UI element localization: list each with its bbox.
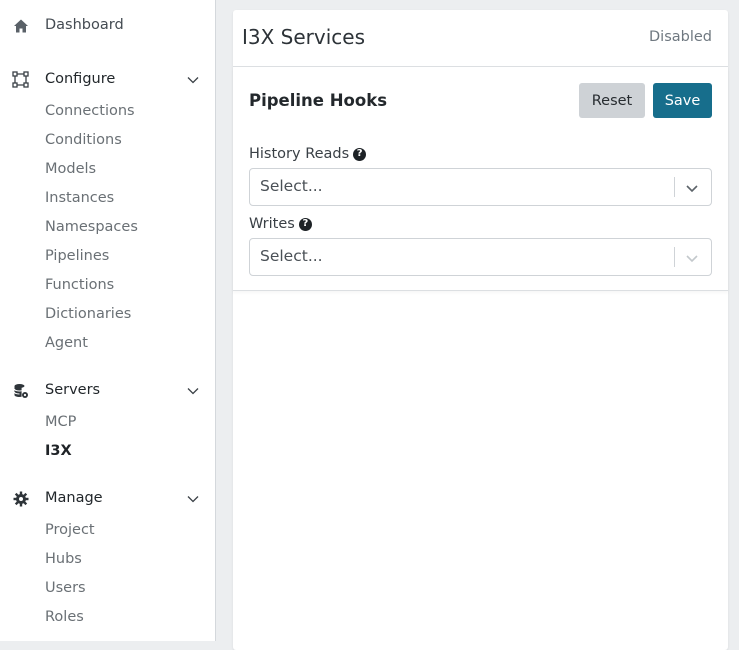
chevron-down-icon[interactable] — [186, 384, 200, 398]
sidebar: Dashboard Configure Connections Conditio… — [0, 0, 216, 641]
sidebar-item-project[interactable]: Project — [45, 522, 95, 538]
history-reads-select[interactable]: Select... — [249, 168, 712, 206]
sidebar-item-i3x[interactable]: I3X — [45, 443, 72, 459]
database-gear-icon — [12, 382, 29, 399]
reset-button[interactable]: Reset — [579, 83, 645, 118]
nav-dashboard[interactable]: Dashboard — [0, 11, 216, 39]
sidebar-item-models[interactable]: Models — [45, 161, 96, 177]
sidebar-item-functions[interactable]: Functions — [45, 277, 114, 293]
nav-manage-label: Manage — [45, 490, 103, 506]
nav-configure[interactable]: Configure — [0, 65, 216, 93]
writes-label-text: Writes — [249, 216, 295, 232]
sidebar-item-hubs[interactable]: Hubs — [45, 551, 82, 567]
writes-select[interactable]: Select... — [249, 238, 712, 276]
nav-configure-label: Configure — [45, 71, 116, 87]
chevron-down-icon[interactable] — [684, 250, 700, 266]
chevron-down-icon[interactable] — [186, 492, 200, 506]
home-icon — [12, 17, 29, 34]
sidebar-item-instances[interactable]: Instances — [45, 190, 114, 206]
sidebar-item-connections[interactable]: Connections — [45, 103, 135, 119]
chevron-down-icon[interactable] — [684, 180, 700, 196]
history-reads-placeholder: Select... — [260, 177, 323, 195]
save-button[interactable]: Save — [653, 83, 712, 118]
history-reads-label-text: History Reads — [249, 146, 350, 162]
sidebar-item-namespaces[interactable]: Namespaces — [45, 219, 138, 235]
card-header: I3X Services Disabled — [233, 10, 728, 67]
help-icon[interactable]: ? — [298, 217, 312, 231]
sidebar-item-agent[interactable]: Agent — [45, 335, 88, 351]
sidebar-item-roles[interactable]: Roles — [45, 609, 84, 625]
nav-servers-label: Servers — [45, 382, 101, 398]
nav-servers[interactable]: Servers — [0, 376, 216, 404]
chevron-down-icon[interactable] — [186, 73, 200, 87]
history-reads-label: History Reads ? — [249, 146, 367, 162]
sidebar-item-dictionaries[interactable]: Dictionaries — [45, 306, 131, 322]
nav-manage[interactable]: Manage — [0, 484, 216, 512]
nav-dashboard-label: Dashboard — [45, 17, 124, 33]
section-title: Pipeline Hooks — [249, 91, 388, 110]
nodes-icon — [12, 71, 29, 88]
writes-label: Writes ? — [249, 216, 312, 232]
select-separator — [674, 247, 675, 267]
services-card: I3X Services Disabled Pipeline Hooks Res… — [233, 10, 728, 650]
page-title: I3X Services — [242, 25, 366, 49]
pipeline-hooks-section: Pipeline Hooks Reset Save History Reads … — [233, 67, 728, 291]
writes-placeholder: Select... — [260, 247, 323, 265]
help-icon[interactable]: ? — [353, 147, 367, 161]
sidebar-item-mcp[interactable]: MCP — [45, 414, 76, 430]
sidebar-item-conditions[interactable]: Conditions — [45, 132, 122, 148]
sidebar-item-pipelines[interactable]: Pipelines — [45, 248, 109, 264]
sidebar-item-users[interactable]: Users — [45, 580, 86, 596]
select-separator — [674, 177, 675, 197]
gear-icon — [12, 490, 29, 507]
status-text: Disabled — [649, 29, 712, 45]
